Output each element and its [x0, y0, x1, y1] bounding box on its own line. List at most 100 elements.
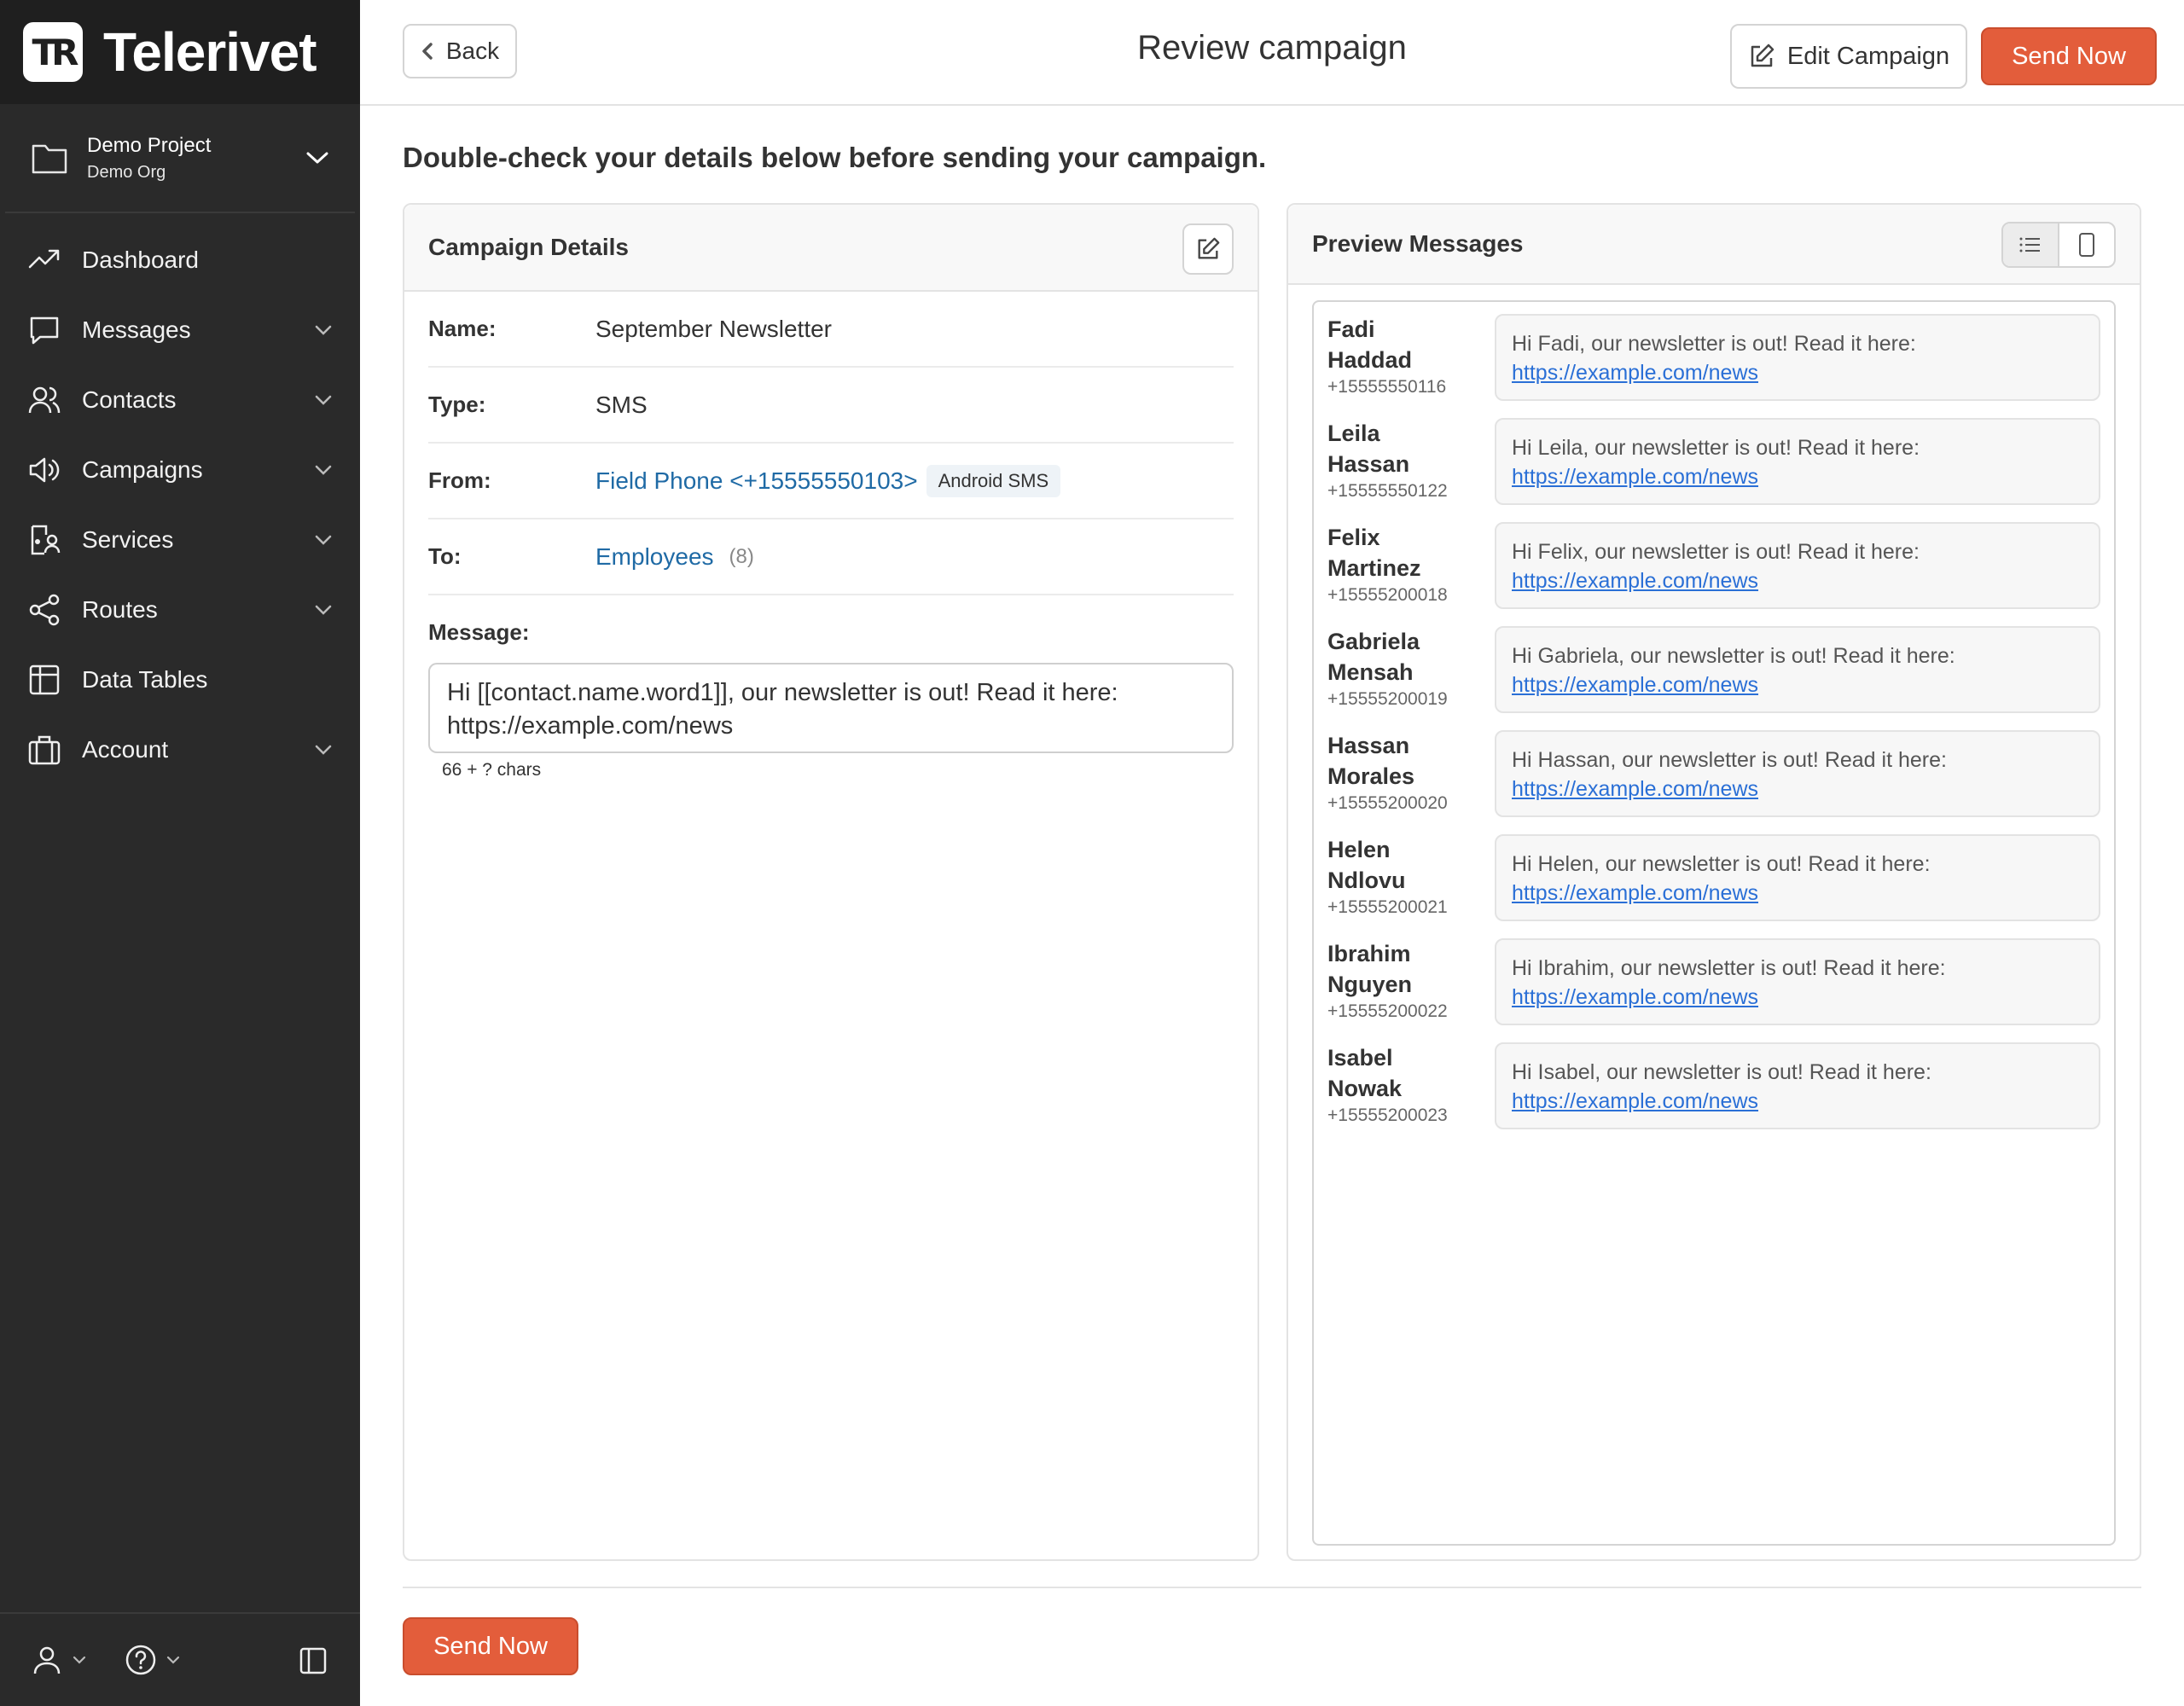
list-view-button[interactable]: [2003, 223, 2058, 266]
sidebar-item-label: Routes: [82, 596, 158, 623]
sidebar-item-label: Data Tables: [82, 666, 208, 693]
edit-icon: [1751, 44, 1774, 67]
megaphone-icon: [27, 453, 61, 487]
chevron-down-icon: [315, 605, 332, 615]
contact-first-name: Fadi: [1327, 316, 1375, 342]
list-item: Ibrahim Nguyen +15555200022 Hi Ibrahim, …: [1327, 938, 2100, 1025]
list-item: Gabriela Mensah +15555200019 Hi Gabriela…: [1327, 626, 2100, 713]
route-type-badge: Android SMS: [926, 464, 1061, 497]
folder-icon: [32, 144, 67, 174]
message-bubble: Hi Gabriela, our newsletter is out! Read…: [1495, 626, 2100, 713]
project-name: Demo Project: [87, 133, 212, 157]
message-link[interactable]: https://example.com/news: [1512, 881, 1758, 905]
sidebar-item-dashboard[interactable]: Dashboard: [0, 225, 360, 295]
sidebar-nav: Dashboard Messages Contacts Campaigns Se…: [0, 225, 360, 785]
sidebar-item-account[interactable]: Account: [0, 715, 360, 785]
sidebar-item-label: Dashboard: [82, 247, 199, 273]
sidebar: TR Telerivet Demo Project Demo Org Dashb…: [0, 0, 360, 1706]
preview-messages-panel: Preview Messages Fadi Haddad +1555555011…: [1287, 203, 2141, 1561]
page-header: Back Review campaign Edit Campaign Send …: [360, 0, 2184, 106]
contact-phone: +15555200023: [1327, 1105, 1448, 1125]
message-bubble: Hi Fadi, our newsletter is out! Read it …: [1495, 314, 2100, 401]
users-icon: [27, 383, 61, 417]
edit-campaign-button[interactable]: Edit Campaign: [1730, 24, 1967, 89]
phone-view-button[interactable]: [2058, 223, 2114, 266]
from-phone-link[interactable]: Field Phone <+15555550103>: [595, 467, 918, 495]
edit-icon: [1198, 237, 1220, 259]
contact-last-name: Ndlovu: [1327, 868, 1406, 893]
message-text: Hi Fadi, our newsletter is out! Read it …: [1512, 332, 1916, 356]
chevron-down-icon: [73, 1656, 86, 1664]
contact-info: Isabel Nowak +15555200023: [1327, 1042, 1495, 1129]
contact-info: Ibrahim Nguyen +15555200022: [1327, 938, 1495, 1025]
campaign-name-value: September Newsletter: [595, 315, 833, 342]
collapse-sidebar-button[interactable]: [299, 1646, 328, 1680]
contact-phone: +15555200020: [1327, 793, 1448, 813]
message-link[interactable]: https://example.com/news: [1512, 465, 1758, 489]
contact-last-name: Morales: [1327, 763, 1415, 789]
detail-label: To:: [428, 543, 462, 569]
view-toggle: [2001, 222, 2116, 268]
contact-phone: +15555200019: [1327, 689, 1448, 709]
contact-phone: +15555200018: [1327, 585, 1448, 605]
detail-label: Type:: [428, 392, 486, 417]
contact-first-name: Helen: [1327, 837, 1391, 862]
sidebar-item-data-tables[interactable]: Data Tables: [0, 645, 360, 715]
user-menu-button[interactable]: [31, 1644, 87, 1676]
contact-info: Leila Hassan +15555550122: [1327, 418, 1495, 505]
message-link[interactable]: https://example.com/news: [1512, 673, 1758, 697]
detail-rows: Name: September Newsletter Type: SMS Fro…: [404, 292, 1258, 780]
contact-last-name: Hassan: [1327, 451, 1410, 477]
message-bubble: Hi Leila, our newsletter is out! Read it…: [1495, 418, 2100, 505]
message-label: Message:: [428, 619, 530, 645]
back-label: Back: [445, 38, 500, 64]
message-link[interactable]: https://example.com/news: [1512, 1089, 1758, 1113]
campaign-type-value: SMS: [595, 391, 648, 418]
message-link[interactable]: https://example.com/news: [1512, 985, 1758, 1009]
sidebar-item-routes[interactable]: Routes: [0, 575, 360, 645]
edit-campaign-label: Edit Campaign: [1786, 42, 1950, 70]
sidebar-footer: [0, 1612, 360, 1706]
list-item: Isabel Nowak +15555200023 Hi Isabel, our…: [1327, 1042, 2100, 1129]
phone-icon: [2079, 233, 2094, 257]
contact-phone: +15555200022: [1327, 1001, 1448, 1021]
chat-bubble-icon: [27, 313, 61, 347]
message-bubble: Hi Hassan, our newsletter is out! Read i…: [1495, 730, 2100, 817]
sidebar-item-messages[interactable]: Messages: [0, 295, 360, 365]
detail-label: From:: [428, 467, 491, 493]
chevron-down-icon: [315, 535, 332, 545]
message-text: Hi Leila, our newsletter is out! Read it…: [1512, 436, 1920, 460]
sidebar-item-label: Account: [82, 736, 169, 763]
message-text: Hi Isabel, our newsletter is out! Read i…: [1512, 1060, 1931, 1084]
contact-phone: +15555200021: [1327, 897, 1448, 917]
message-link[interactable]: https://example.com/news: [1512, 569, 1758, 593]
contact-info: Felix Martinez +15555200018: [1327, 522, 1495, 609]
contact-info: Hassan Morales +15555200020: [1327, 730, 1495, 817]
back-button[interactable]: Back: [403, 24, 517, 78]
recipient-group-link[interactable]: Employees: [595, 543, 714, 571]
send-now-button[interactable]: Send Now: [1981, 27, 2157, 85]
chevron-down-icon: [306, 152, 328, 164]
sidebar-item-contacts[interactable]: Contacts: [0, 365, 360, 435]
from-value: Field Phone <+15555550103> Android SMS: [595, 464, 1061, 497]
message-link[interactable]: https://example.com/news: [1512, 777, 1758, 801]
message-text: Hi Ibrahim, our newsletter is out! Read …: [1512, 956, 1946, 980]
contact-last-name: Nowak: [1327, 1076, 1403, 1101]
list-item: Helen Ndlovu +15555200021 Hi Helen, our …: [1327, 834, 2100, 921]
detail-label: Name:: [428, 316, 497, 341]
project-switcher[interactable]: Demo Project Demo Org: [5, 104, 355, 213]
services-icon: [27, 523, 61, 557]
logo[interactable]: TR Telerivet: [0, 0, 360, 104]
contact-info: Gabriela Mensah +15555200019: [1327, 626, 1495, 713]
list-icon: [2019, 237, 2040, 252]
logo-mark: TR: [23, 22, 83, 82]
help-menu-button[interactable]: [125, 1644, 181, 1676]
sidebar-item-campaigns[interactable]: Campaigns: [0, 435, 360, 505]
edit-details-button[interactable]: [1182, 223, 1234, 275]
chevron-down-icon: [315, 465, 332, 475]
char-count: 66 + ? chars: [442, 760, 542, 780]
sidebar-item-label: Contacts: [82, 386, 177, 413]
send-now-bottom-button[interactable]: Send Now: [403, 1617, 578, 1675]
message-link[interactable]: https://example.com/news: [1512, 361, 1758, 385]
sidebar-item-services[interactable]: Services: [0, 505, 360, 575]
